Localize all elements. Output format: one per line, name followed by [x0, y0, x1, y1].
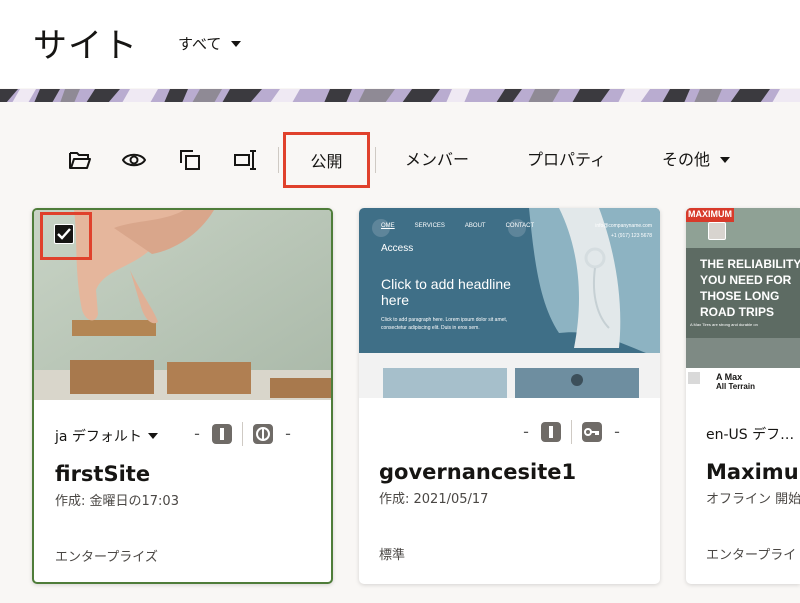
select-checkbox[interactable]	[54, 224, 74, 244]
thumbnail-subtitle: Access	[381, 243, 414, 254]
language-dropdown[interactable]: ja デフォルト	[55, 426, 158, 446]
folder-open-icon[interactable]	[66, 146, 94, 174]
dash-indicator: -	[614, 422, 620, 441]
select-checkbox[interactable]	[708, 222, 726, 240]
filter-label: すべて	[178, 35, 222, 53]
site-name: governancesite1	[379, 460, 577, 484]
site-name: firstSite	[55, 462, 151, 486]
page-title: サイト	[33, 26, 138, 66]
site-card-maximum[interactable]: MAXIMUM THE RELIABILITY YOU NEED FOR THO…	[686, 208, 800, 584]
more-button[interactable]: その他	[662, 148, 731, 172]
thumbnail-headline-line: THOSE LONG	[700, 289, 780, 303]
thumbnail-paragraph-line: Click to add paragraph here. Lorem ipsum…	[381, 317, 508, 323]
site-thumbnail: OME SERVICES ABOUT CONTACT info@companyn…	[359, 208, 660, 398]
icon-divider	[242, 422, 243, 446]
properties-button[interactable]: プロパティ	[527, 148, 606, 172]
dash-indicator: -	[194, 424, 200, 443]
action-toolbar: 公開 メンバー プロパティ その他	[0, 128, 800, 192]
thumbnail-body: A Max Tires are strong and durable on	[690, 322, 758, 327]
thumbnail-nav-item: CONTACT	[505, 223, 535, 229]
filter-dropdown[interactable]: すべて	[178, 33, 242, 54]
thumbnail-paragraph-line: consectetur adipiscing elit. Duis in ero…	[381, 325, 480, 331]
thumbnail-contact: info@companyname.com +1 (917) 123 5678	[572, 223, 652, 239]
language-label: ja デフォルト	[55, 429, 142, 445]
status-info-icon	[541, 422, 561, 442]
decorative-banner	[0, 88, 800, 102]
dash-indicator: -	[523, 422, 529, 441]
thumbnail-email: info@companyname.com	[595, 223, 652, 229]
key-icon	[582, 422, 602, 442]
thumbnail-headline: THE RELIABILITY YOU NEED FOR THOSE LONG …	[700, 256, 800, 320]
created-date: 作成: 金曜日の17:03	[55, 494, 179, 509]
chevron-down-icon	[231, 40, 242, 47]
site-thumbnail: MAXIMUM THE RELIABILITY YOU NEED FOR THO…	[686, 208, 800, 398]
thumbnail-nav-item: OME	[381, 223, 395, 229]
icon-divider	[571, 420, 572, 444]
thumbnail-headline-line: here	[381, 292, 410, 308]
site-name: Maximum	[706, 460, 800, 484]
more-label: その他	[662, 150, 711, 169]
thumbnail-caption-line: A Max	[716, 372, 743, 382]
thumbnail-nav-item: SERVICES	[414, 223, 445, 229]
thumbnail-headline-line: ROAD TRIPS	[700, 305, 775, 319]
page-header: サイト すべて	[0, 0, 800, 88]
status-icons: - -	[521, 420, 622, 444]
eye-icon[interactable]	[120, 146, 148, 174]
chevron-down-icon	[720, 157, 731, 163]
thumbnail-brand: MAXIMUM	[688, 209, 732, 219]
created-date: オフライン 開始	[706, 492, 800, 507]
site-tier: 標準	[379, 548, 406, 563]
site-card-firstsite[interactable]: ja デフォルト - - firstSite 作成: 金曜日の17:03 エンタ…	[32, 208, 333, 584]
thumbnail-nav-item: ABOUT	[464, 223, 486, 229]
site-tier: エンタープライズ	[55, 550, 158, 565]
thumbnail-headline-line: Click to add headline	[381, 276, 511, 292]
toolbar-divider	[375, 147, 376, 173]
language-label: en-US デフ…	[706, 427, 795, 443]
status-info-icon	[212, 424, 232, 444]
toolbar-divider	[278, 147, 279, 173]
site-tier: エンタープライ	[706, 548, 797, 563]
site-card-governancesite1[interactable]: OME SERVICES ABOUT CONTACT info@companyn…	[359, 208, 660, 584]
thumbnail-swatch	[688, 372, 700, 384]
chevron-down-icon	[147, 433, 158, 439]
rename-icon[interactable]	[232, 146, 260, 174]
dash-indicator: -	[285, 424, 291, 443]
created-date: 作成: 2021/05/17	[379, 492, 489, 507]
thumbnail-headline-line: THE RELIABILITY	[700, 257, 800, 271]
thumbnail-paragraph: Click to add paragraph here. Lorem ipsum…	[381, 316, 507, 332]
thumbnail-phone: +1 (917) 123 5678	[610, 233, 652, 239]
thumbnail-caption: A Max All Terrain	[716, 372, 755, 392]
thumbnail-caption-line: All Terrain	[716, 382, 755, 391]
thumbnail-headline-line: YOU NEED FOR	[700, 273, 792, 287]
publish-button[interactable]: 公開	[283, 132, 370, 188]
publish-label: 公開	[310, 152, 343, 171]
thumbnail-headline: Click to add headline here	[381, 276, 511, 308]
thumbnail-nav: OME SERVICES ABOUT CONTACT	[381, 223, 534, 229]
security-icon	[253, 424, 273, 444]
copy-icon[interactable]	[176, 146, 204, 174]
members-button[interactable]: メンバー	[405, 148, 469, 172]
checkmark-icon	[57, 228, 71, 240]
status-icons: - -	[192, 422, 293, 446]
